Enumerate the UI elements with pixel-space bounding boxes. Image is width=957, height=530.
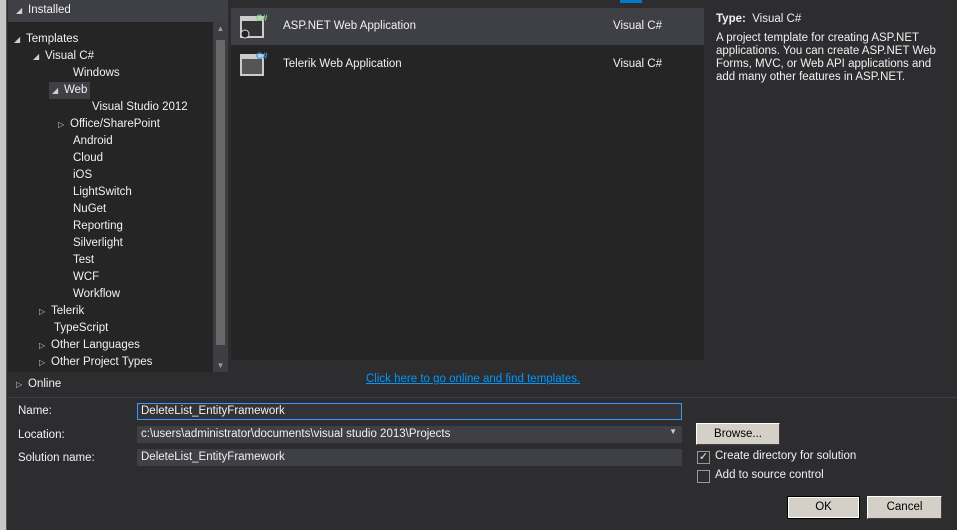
tree-node-label: LightSwitch xyxy=(73,186,132,198)
tree-node[interactable]: ▷ Telerik xyxy=(36,303,87,320)
tree-node[interactable]: Windows xyxy=(70,65,123,82)
expanded-icon[interactable]: ◢ xyxy=(33,48,45,65)
type-value: Visual C# xyxy=(752,13,802,25)
source-control-label: Add to source control xyxy=(715,469,824,481)
dropdown-arrow-icon[interactable]: ▼ xyxy=(669,427,677,436)
template-language: Visual C# xyxy=(613,58,663,70)
svg-text:C#: C# xyxy=(256,13,268,23)
web-project-icon: C# xyxy=(240,51,268,76)
tree-node-label: Other Project Types xyxy=(51,356,153,368)
tree-node-label: NuGet xyxy=(73,203,107,215)
scroll-down-icon[interactable]: ▼ xyxy=(213,361,228,370)
tree-node[interactable]: Test xyxy=(70,252,97,269)
browse-button[interactable]: Browse... xyxy=(696,423,780,445)
tree-node-label: Office/SharePoint xyxy=(70,118,160,130)
name-label: Name: xyxy=(18,405,52,417)
collapsed-icon[interactable]: ▷ xyxy=(39,337,51,354)
collapsed-icon: ▷ xyxy=(16,380,23,389)
window-border xyxy=(0,0,7,530)
tree-node-label: Workflow xyxy=(73,288,121,300)
tree-node[interactable]: ◢ Visual C# xyxy=(30,48,97,65)
template-language: Visual C# xyxy=(613,20,663,32)
tree-node[interactable]: ▷ Other Languages xyxy=(36,337,143,354)
tree-node-label: Silverlight xyxy=(73,237,123,249)
collapsed-icon[interactable]: ▷ xyxy=(39,303,51,320)
location-value: c:\users\administrator\documents\visual … xyxy=(141,428,451,440)
installed-header[interactable]: ◢ Installed xyxy=(8,0,228,22)
solution-name-label: Solution name: xyxy=(18,452,95,464)
template-item[interactable]: C# Telerik Web Application Visual C# xyxy=(231,46,704,83)
tree-node[interactable]: Android xyxy=(70,133,116,150)
template-tree: ◢ Templates ◢ Visual C# Windows ◢ Web Visual St… xyxy=(8,22,213,372)
tree-node-label: Visual C# xyxy=(45,50,95,62)
tree-node-label: Reporting xyxy=(73,220,123,232)
tree-node[interactable]: ▷ Other Project Types xyxy=(36,354,155,371)
name-input[interactable]: DeleteList_EntityFramework xyxy=(137,403,682,420)
tree-node-label: Windows xyxy=(73,67,120,79)
svg-text:C#: C# xyxy=(256,51,268,61)
web-project-icon: C# xyxy=(240,13,268,39)
template-list: C# ASP.NET Web Application Visual C# C# Tele… xyxy=(231,8,704,360)
online-label: Online xyxy=(28,378,62,390)
tree-node-online[interactable]: ▷ Online xyxy=(16,378,61,390)
tree-node[interactable]: Silverlight xyxy=(70,235,126,252)
tree-node-label: Cloud xyxy=(73,152,104,164)
tree-node-label: Visual Studio 2012 xyxy=(92,101,188,113)
tree-node[interactable]: ◢ Templates xyxy=(11,31,81,48)
tree-node[interactable]: Reporting xyxy=(70,218,126,235)
tree-node[interactable]: Cloud xyxy=(70,150,106,167)
tree-node[interactable]: Workflow xyxy=(70,286,123,303)
location-label: Location: xyxy=(18,429,65,441)
cancel-button[interactable]: Cancel xyxy=(867,496,942,519)
tree-node-label: Telerik xyxy=(51,305,85,317)
create-directory-checkbox[interactable]: ✓ xyxy=(697,451,710,464)
create-directory-label: Create directory for solution xyxy=(715,450,857,462)
tree-node[interactable]: LightSwitch xyxy=(70,184,135,201)
accent-bar xyxy=(620,0,642,3)
tree-node-label: WCF xyxy=(73,271,100,283)
tree-node[interactable]: Visual Studio 2012 xyxy=(89,99,191,116)
expand-icon: ◢ xyxy=(16,6,23,15)
divider xyxy=(8,397,957,398)
tree-node[interactable]: WCF xyxy=(70,269,102,286)
tree-node[interactable]: ▷ Office/SharePoint xyxy=(55,116,163,133)
location-combobox[interactable]: c:\users\administrator\documents\visual … xyxy=(137,426,682,443)
tree-node[interactable]: ◢ Web xyxy=(49,82,91,99)
collapsed-icon[interactable]: ▷ xyxy=(39,354,51,371)
online-templates-link[interactable]: Click here to go online and find templat… xyxy=(366,373,580,385)
tree-node[interactable]: iOS xyxy=(70,167,95,184)
tree-scrollbar[interactable]: ▲ ▼ xyxy=(213,22,228,372)
tree-node[interactable]: TypeScript xyxy=(51,320,111,337)
type-label: Type: xyxy=(716,13,746,25)
tree-node-label: Android xyxy=(73,135,113,147)
tree-node-label: Test xyxy=(73,254,95,266)
template-item[interactable]: C# ASP.NET Web Application Visual C# xyxy=(231,8,704,45)
tree-node[interactable]: NuGet xyxy=(70,201,109,218)
template-description: A project template for creating ASP.NET … xyxy=(716,32,936,83)
template-name: Telerik Web Application xyxy=(283,58,402,70)
tree-node-label: Web xyxy=(64,84,88,96)
tree-node-label: TypeScript xyxy=(54,322,109,334)
scrollbar-thumb[interactable] xyxy=(216,40,225,345)
solution-name-input[interactable]: DeleteList_EntityFramework xyxy=(137,449,682,466)
ok-button[interactable]: OK xyxy=(787,496,860,519)
template-details: Type: Visual C# A project template for c… xyxy=(716,13,951,84)
template-name: ASP.NET Web Application xyxy=(283,20,416,32)
tree-node-label: iOS xyxy=(73,169,93,181)
tree-node-label: Templates xyxy=(26,33,79,45)
collapsed-icon[interactable]: ▷ xyxy=(58,116,70,133)
installed-label: Installed xyxy=(28,4,71,16)
source-control-checkbox[interactable] xyxy=(697,470,710,483)
scroll-up-icon[interactable]: ▲ xyxy=(213,24,228,33)
tree-node-label: Other Languages xyxy=(51,339,140,351)
expanded-icon[interactable]: ◢ xyxy=(14,31,26,48)
expanded-icon[interactable]: ◢ xyxy=(52,82,64,99)
